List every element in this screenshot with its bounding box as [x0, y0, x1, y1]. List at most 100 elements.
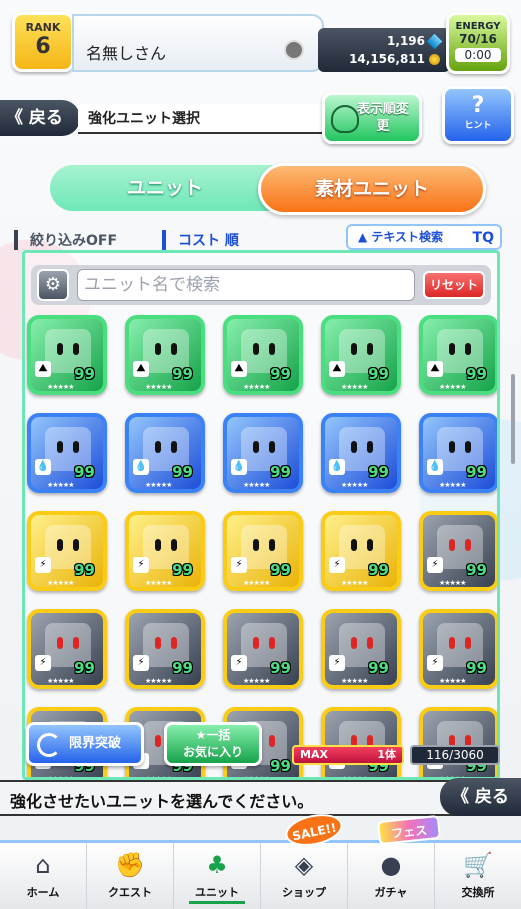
tab-unit[interactable]: ユニット [50, 165, 280, 211]
nav-item-home[interactable]: ⌂ ホーム [0, 843, 87, 909]
unit-tile[interactable]: ⛰ 99 ★★★★★ [223, 315, 303, 395]
unit-tile[interactable]: ⚡99★★★★★ [125, 511, 205, 591]
unit-level: 99 [270, 365, 291, 383]
unit-tile[interactable]: ⛰ 99 ★★★★★ [321, 315, 401, 395]
hint-button[interactable]: ? ヒント [442, 86, 514, 144]
attribute-icon: ⚡ [427, 557, 443, 573]
unit-stars: ★★★★★ [341, 481, 368, 489]
unit-level: 99 [74, 365, 95, 383]
unit-tile[interactable]: ⚡99★★★★★ [321, 707, 401, 777]
rank-value: 6 [35, 34, 51, 59]
gear-icon[interactable]: ⚙ [37, 269, 69, 301]
max-count: 1体 [377, 748, 396, 761]
unit-stars: ★★★★★ [439, 481, 466, 489]
nav-item-exchange[interactable]: 🛒 交換所 [435, 843, 521, 909]
energy-timer: 0:00 [455, 48, 501, 62]
unit-stars: ★★★★★ [145, 383, 172, 391]
tab-row: ユニット 素材ユニット [50, 163, 486, 215]
filter-row: 絞り込みOFF コスト 順 ▲ テキスト検索 TQ [14, 224, 508, 250]
unit-tile[interactable]: 💧 99 ★★★★★ [223, 413, 303, 493]
unit-stars: ★★★★★ [243, 677, 270, 685]
unit-level: 99 [368, 561, 389, 579]
unit-tile[interactable]: ⛰ 99 ★★★★★ [125, 315, 205, 395]
home-icon: ⌂ [35, 851, 51, 879]
tab-material-unit[interactable]: 素材ユニット [258, 163, 486, 215]
shop-icon: ◈ [294, 851, 314, 879]
rank-badge: RANK 6 [12, 12, 74, 72]
unit-level: 99 [368, 463, 389, 481]
text-search-button[interactable]: ▲ テキスト検索 TQ [346, 224, 502, 250]
unit-search-input[interactable] [77, 269, 415, 301]
attribute-icon: ⚡ [231, 557, 247, 573]
back-button-bottom[interactable]: 《 戻る [440, 778, 521, 816]
unit-stars: ★★★★★ [145, 481, 172, 489]
back-button-top[interactable]: 《 戻る [0, 100, 80, 136]
unit-tile[interactable]: ⚡99★★★★★ [419, 609, 497, 689]
unit-stars: ★★★★★ [47, 383, 74, 391]
energy-label: ENERGY [455, 21, 501, 32]
unit-icon: ♣ [206, 851, 228, 879]
unit-tile[interactable]: ⚡ 99★★★★★ [321, 511, 401, 591]
unit-tile[interactable]: ⚡99★★★★★ [321, 609, 401, 689]
unit-level: 99 [172, 463, 193, 481]
nav-item-unit[interactable]: ♣ ユニット [174, 843, 261, 909]
sort-toggle[interactable]: コスト 順 [162, 230, 239, 250]
unit-stars: ★★★★★ [341, 383, 368, 391]
unit-stars: ★★★★★ [243, 481, 270, 489]
unit-tile[interactable]: ⚡99★★★★★ [125, 609, 205, 689]
attribute-icon: 💧 [133, 459, 149, 475]
unit-tile[interactable]: ⛰ 99 ★★★★★ [27, 315, 107, 395]
limit-break-button[interactable]: 限界突破 [26, 722, 144, 766]
unit-list[interactable]: ⚙ リセット ⛰99★★★★★⛰99★★★★★⛰99★★★★★⛰99★★★★★⛰… [22, 250, 500, 780]
change-sort-order-button[interactable]: 表示順変更 [322, 92, 422, 144]
unit-tile[interactable]: ⛰ 99 ★★★★★ [419, 315, 497, 395]
gem-count-row: 1,196 [387, 33, 443, 49]
sort-order-label: 表示順変更 [356, 102, 409, 134]
energy-value: 70/16 [459, 32, 497, 46]
unit-level: 99 [466, 659, 487, 677]
unit-tile[interactable]: 💧 99 ★★★★★ [419, 413, 497, 493]
unit-tile[interactable]: ⚡99★★★★★ [223, 511, 303, 591]
reset-button[interactable]: リセット [423, 271, 485, 299]
unit-tile[interactable]: 💧 99 ★★★★★ [125, 413, 205, 493]
unit-tile[interactable]: ⚡99★★★★★ [419, 511, 497, 591]
bottom-navigation: ⌂ ホーム ✊ クエスト ♣ ユニット ◈ ショップ ● ガチャ 🛒 交換所 [0, 840, 521, 909]
bulk-favorite-button[interactable]: ★一括 お気に入り [164, 722, 262, 766]
unit-level: 99 [74, 659, 95, 677]
unit-tile[interactable]: ⚡99★★★★★ [419, 707, 497, 777]
player-name-bar[interactable]: 名無しさん [72, 14, 324, 72]
unit-stars: ★★★★★ [439, 677, 466, 685]
filter-toggle[interactable]: 絞り込みOFF [14, 230, 117, 250]
hint-label: ヒント [464, 121, 492, 131]
nav-item-quest[interactable]: ✊ クエスト [87, 843, 174, 909]
attribute-icon: ⚡ [133, 655, 149, 671]
attribute-icon: ⚡ [329, 557, 345, 573]
nav-label: ショップ [282, 886, 326, 899]
unit-tile[interactable]: ⚡99★★★★★ [27, 609, 107, 689]
unit-stars: ★★★★★ [243, 579, 270, 587]
unit-tile[interactable]: ⚡99★★★★★ [223, 609, 303, 689]
nav-label: クエスト [108, 886, 152, 899]
max-selection-badge: MAX 1体 [292, 745, 404, 765]
energy-badge: ENERGY 70/16 0:00 [446, 12, 510, 74]
unit-stars: ★★★★★ [47, 677, 74, 685]
unit-stars: ★★★★★ [145, 677, 172, 685]
unit-stars: ★★★★★ [341, 579, 368, 587]
unit-tile[interactable]: ⚡99★★★★★ [27, 511, 107, 591]
nav-label: 交換所 [461, 886, 495, 899]
unit-stars: ★★★★★ [439, 579, 466, 587]
unit-stars: ★★★★★ [243, 383, 270, 391]
unit-stars: ★★★★★ [439, 383, 466, 391]
nav-item-shop[interactable]: ◈ ショップ [261, 843, 348, 909]
top-status-bar: RANK 6 名無しさん 1,196 14,156,811 ENERGY 70/… [0, 0, 521, 82]
coin-count: 14,156,811 [349, 52, 425, 66]
unit-tile[interactable]: 💧 99 ★★★★★ [27, 413, 107, 493]
scrollbar[interactable] [511, 374, 515, 464]
unit-tile[interactable]: 💧 99 ★★★★★ [321, 413, 401, 493]
profile-icon[interactable] [284, 40, 304, 60]
gem-count: 1,196 [387, 34, 425, 48]
attribute-icon: ⚡ [133, 557, 149, 573]
player-name: 名無しさん [86, 44, 167, 63]
nav-item-gacha[interactable]: ● ガチャ [348, 843, 435, 909]
currency-panel: 1,196 14,156,811 [318, 28, 450, 72]
